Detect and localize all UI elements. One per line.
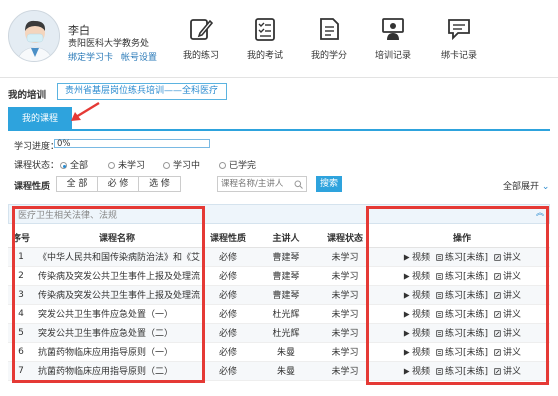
nav-my-credits[interactable]: 我的学分 <box>299 16 359 61</box>
cell-nature: 必修 <box>200 342 256 362</box>
user-organization: 贵阳医科大学教务处 <box>68 39 150 49</box>
status-option-completed[interactable]: 已学完 <box>219 158 256 171</box>
search-icon <box>294 180 303 189</box>
status-option-label: 全部 <box>70 161 89 171</box>
nature-segmented-control: 全 部 必 修 选 修 <box>56 176 181 192</box>
status-option-label: 已学完 <box>229 161 257 171</box>
cell-nature: 必修 <box>200 361 256 381</box>
progress-value: 0% <box>57 139 71 149</box>
cell-lecturer: 曹建琴 <box>256 285 316 305</box>
cell-lecturer: 杜光辉 <box>256 304 316 324</box>
cell-nature: 必修 <box>200 266 256 286</box>
nav-label: 我的学分 <box>310 51 347 61</box>
radio-icon <box>108 162 115 169</box>
bind-card-link[interactable]: 绑定学习卡 <box>68 50 113 63</box>
cell-lecturer: 曹建琴 <box>256 266 316 286</box>
cell-lecturer: 朱曼 <box>256 361 316 381</box>
avatar <box>8 10 60 62</box>
nature-label: 课程性质 <box>14 182 51 192</box>
status-option-in-progress[interactable]: 学习中 <box>163 158 200 171</box>
status-option-label: 学习中 <box>173 161 201 171</box>
my-training-label: 我的培训 <box>8 90 47 101</box>
pen-icon <box>190 19 214 40</box>
nature-option-all[interactable]: 全 部 <box>57 177 98 191</box>
expand-all-link[interactable]: 全部展开 ⌄ <box>503 179 549 192</box>
tab-my-courses[interactable]: 我的课程 <box>8 107 72 131</box>
cell-nature: 必修 <box>200 285 256 305</box>
col-header-nature: 课程性质 <box>200 228 256 248</box>
cell-nature: 必修 <box>200 247 256 267</box>
radio-icon <box>60 162 67 169</box>
status-option-label: 未学习 <box>118 161 146 171</box>
cell-lecturer: 曹建琴 <box>256 247 316 267</box>
account-settings-link[interactable]: 帐号设置 <box>121 50 157 63</box>
cell-nature: 必修 <box>200 304 256 324</box>
status-option-not-started[interactable]: 未学习 <box>108 158 145 171</box>
progress-bar <box>54 139 210 148</box>
training-selector[interactable]: 贵州省基层岗位练兵培训——全科医疗 <box>57 83 227 100</box>
training-person-icon <box>382 18 404 40</box>
nav-my-practice[interactable]: 我的练习 <box>171 16 231 61</box>
nav-card-records[interactable]: 绑卡记录 <box>429 16 489 61</box>
status-label: 课程状态： <box>14 161 60 171</box>
nav-my-exams[interactable]: 我的考试 <box>235 16 295 61</box>
nav-label: 我的练习 <box>182 51 219 61</box>
col-header-lecturer: 主讲人 <box>256 228 316 248</box>
nature-option-required[interactable]: 必 修 <box>98 177 139 191</box>
annotation-arrow <box>71 101 100 121</box>
progress-label: 学习进度： <box>14 142 60 152</box>
expand-all-label: 全部展开 <box>503 182 540 192</box>
highlight-box-course-names <box>12 206 205 383</box>
cell-lecturer: 杜光辉 <box>256 323 316 343</box>
search-button[interactable]: 搜索 <box>316 176 342 192</box>
radio-icon <box>163 162 170 169</box>
chat-card-icon <box>448 19 470 41</box>
credit-doc-icon <box>320 18 339 40</box>
status-option-all[interactable]: 全部 <box>60 158 88 171</box>
header-divider <box>0 77 558 78</box>
cell-nature: 必修 <box>200 323 256 343</box>
chevron-down-icon: ⌄ <box>541 182 550 192</box>
checklist-icon <box>255 18 275 41</box>
radio-icon <box>219 162 226 169</box>
nav-training-records[interactable]: 培训记录 <box>363 16 423 61</box>
highlight-box-actions <box>366 206 549 385</box>
nav-label: 培训记录 <box>374 51 411 61</box>
nature-option-elective[interactable]: 选 修 <box>139 177 180 191</box>
cell-lecturer: 朱曼 <box>256 342 316 362</box>
nav-label: 我的考试 <box>246 51 283 61</box>
nav-label: 绑卡记录 <box>440 51 477 61</box>
